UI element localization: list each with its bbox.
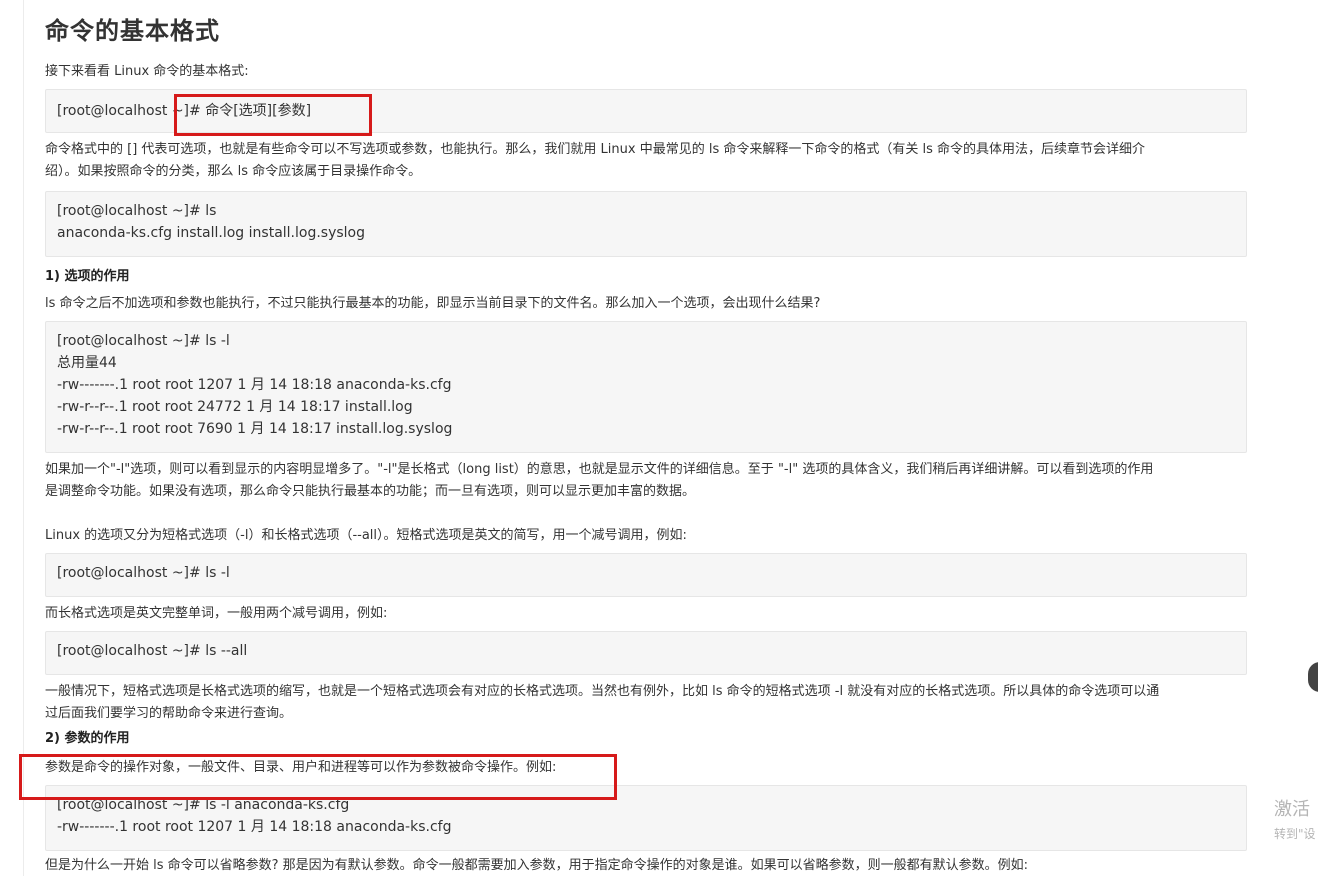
code-line: -rw-r--r--.1 root root 7690 1 月 14 18:17… [57, 421, 453, 437]
code-block-ls[interactable]: [root@localhost ~]# ls anaconda-ks.cfg i… [45, 191, 1247, 257]
code-block-format[interactable]: [root@localhost ~]# 命令[选项][参数] [45, 89, 1247, 133]
paragraph-long: 而长格式选项是英文完整单词，一般用两个减号调用，例如: [45, 606, 388, 621]
code-line: -rw-------.1 root root 1207 1 月 14 18:18… [57, 819, 452, 835]
section2-intro: 参数是命令的操作对象，一般文件、目录、用户和进程等可以作为参数被命令操作。例如: [45, 760, 557, 775]
section-title-options: 1) 选项的作用 [45, 269, 130, 284]
paragraph-brackets: 命令格式中的 [] 代表可选项，也就是有些命令可以不写选项或参数，也能执行。那么… [45, 139, 1247, 183]
paragraph-line: 命令格式中的 [] 代表可选项，也就是有些命令可以不写选项或参数，也能执行。那么… [45, 142, 1145, 157]
code-line: 总用量44 [57, 355, 117, 371]
section-title-arguments: 2) 参数的作用 [45, 731, 130, 746]
paragraph-line: 是调整命令功能。如果没有选项，那么命令只能执行最基本的功能；而一旦有选项，则可以… [45, 484, 696, 499]
activation-watermark: 激活 [1274, 799, 1310, 820]
section1-intro: ls 命令之后不加选项和参数也能执行，不过只能执行最基本的功能，即显示当前目录下… [45, 296, 821, 311]
paragraph-short-long: Linux 的选项又分为短格式选项（-l）和长格式选项（--all）。短格式选项… [45, 528, 687, 543]
code-block-ls-l[interactable]: [root@localhost ~]# ls -l 总用量44 -rw-----… [45, 321, 1247, 453]
code-line: [root@localhost ~]# ls -l anaconda-ks.cf… [57, 797, 350, 813]
code-block-short[interactable]: [root@localhost ~]# ls -l [45, 553, 1247, 597]
code-line: -rw-------.1 root root 1207 1 月 14 18:18… [57, 377, 452, 393]
paragraph-line: 一般情况下，短格式选项是长格式选项的缩写，也就是一个短格式选项会有对应的长格式选… [45, 684, 1160, 699]
code-block-arg[interactable]: [root@localhost ~]# ls -l anaconda-ks.cf… [45, 785, 1247, 851]
code-line: [root@localhost ~]# ls -l [57, 565, 230, 581]
code-line: -rw-r--r--.1 root root 24772 1 月 14 18:1… [57, 399, 413, 415]
code-block-long[interactable]: [root@localhost ~]# ls --all [45, 631, 1247, 675]
article-content: 命令的基本格式 接下来看看 Linux 命令的基本格式: [root@local… [45, 14, 1247, 877]
paragraph-line: 过后面我们要学习的帮助命令来进行查询。 [45, 706, 293, 721]
code-line: [root@localhost ~]# ls --all [57, 643, 248, 659]
page-title: 命令的基本格式 [45, 17, 220, 45]
paragraph-cut-off: 但是为什么一开始 ls 命令可以省略参数? 那是因为有默认参数。命令一般都需要加… [45, 858, 1029, 873]
code-line: [root@localhost ~]# ls [57, 203, 217, 219]
left-divider [23, 0, 24, 876]
code-line: anaconda-ks.cfg install.log install.log.… [57, 225, 366, 241]
code-line: [root@localhost ~]# 命令[选项][参数] [57, 103, 312, 119]
paragraph-general: 一般情况下，短格式选项是长格式选项的缩写，也就是一个短格式选项会有对应的长格式选… [45, 681, 1247, 725]
paragraph-line: 如果加一个"-l"选项，则可以看到显示的内容明显增多了。"-l"是长格式（lon… [45, 462, 1154, 477]
activation-watermark-sub: 转到"设 [1274, 827, 1316, 841]
side-float-button[interactable] [1308, 662, 1318, 692]
paragraph-line: 绍）。如果按照命令的分类，那么 ls 命令应该属于目录操作命令。 [45, 164, 422, 179]
intro-text: 接下来看看 Linux 命令的基本格式: [45, 64, 249, 79]
code-line: [root@localhost ~]# ls -l [57, 333, 230, 349]
paragraph-option-effect: 如果加一个"-l"选项，则可以看到显示的内容明显增多了。"-l"是长格式（lon… [45, 459, 1247, 503]
